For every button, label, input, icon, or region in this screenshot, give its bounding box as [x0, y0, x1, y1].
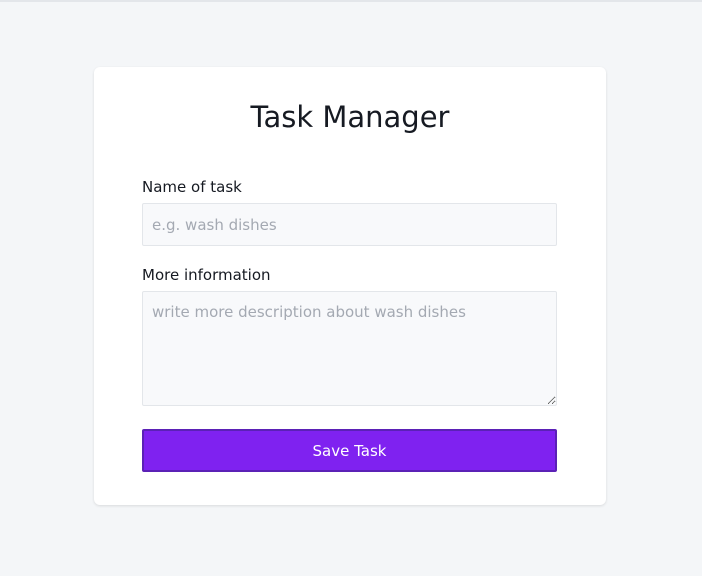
more-information-label: More information: [142, 266, 271, 284]
top-border: [0, 0, 702, 2]
page-title: Task Manager: [250, 100, 450, 134]
task-form-card: Task Manager Name of task More informati…: [94, 67, 606, 505]
task-name-label: Name of task: [142, 178, 242, 196]
save-task-button[interactable]: Save Task: [142, 429, 557, 472]
more-information-textarea[interactable]: [142, 291, 557, 406]
task-name-input[interactable]: [142, 203, 557, 246]
